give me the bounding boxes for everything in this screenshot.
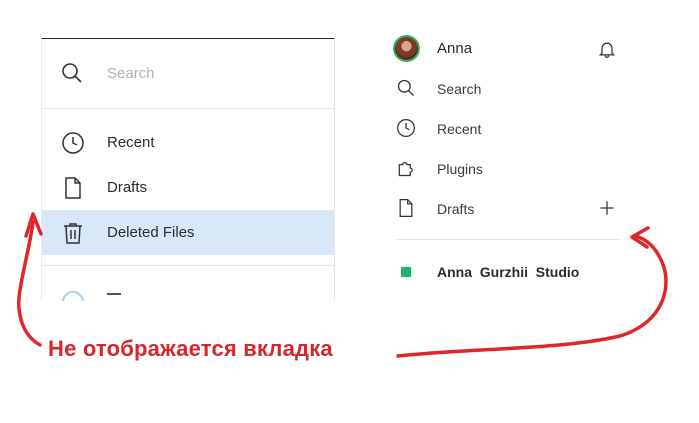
right-arrow-line [396,234,668,358]
annotation-label: Не отображается вкладка [48,336,333,361]
left-arrow-line [17,220,42,347]
